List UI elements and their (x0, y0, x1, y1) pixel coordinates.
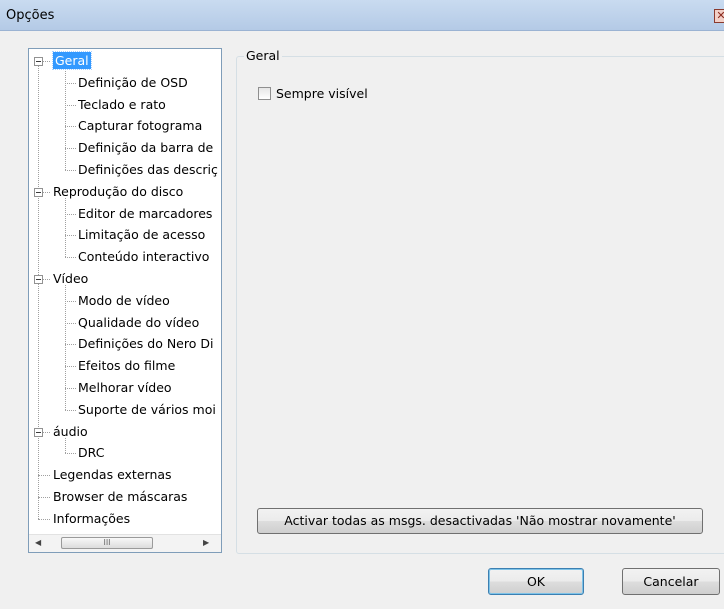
title-bar: Opções ✕ (0, 0, 724, 31)
group-title: Geral (244, 48, 282, 63)
tree-connector-line (65, 235, 76, 237)
tree-item[interactable]: Editor de marcadores (78, 204, 212, 224)
tree-connector-line (65, 148, 76, 150)
collapse-toggle-icon[interactable] (34, 275, 43, 284)
tree-item-label: Editor de marcadores (78, 205, 213, 221)
close-icon[interactable]: ✕ (714, 9, 724, 23)
tree-connector-line (65, 257, 76, 259)
tree-item[interactable]: Definição de OSD (78, 73, 188, 93)
tree-item-label: Vídeo (53, 271, 89, 286)
tree-item-label: Capturar fotograma (78, 118, 203, 134)
tree-item-label: Definição da barra de (78, 140, 214, 156)
tree-connector-line (65, 170, 76, 171)
tree-item-label: Legendas externas (53, 467, 172, 483)
tree-item[interactable]: Informações (53, 509, 130, 529)
tree-item[interactable]: Conteúdo interactivo (78, 247, 209, 267)
tree-branch-line (65, 285, 66, 410)
tree-item-label: áudio (53, 423, 88, 439)
tree-connector-line (65, 104, 76, 106)
tree-item-label: Definições das descriç (78, 162, 218, 177)
scroll-left-icon[interactable]: ◀ (35, 538, 41, 547)
tree-connector-line (65, 409, 76, 411)
collapse-toggle-icon[interactable] (34, 427, 43, 437)
tree-connector-line (38, 518, 50, 520)
tree-connector-line (65, 322, 76, 324)
tree-item-label: Informações (53, 510, 131, 526)
tree-item[interactable]: Teclado e rato (78, 95, 166, 115)
tree-connector-line (38, 475, 50, 477)
window-title: Opções (6, 8, 55, 23)
tree-root-line (38, 61, 39, 519)
general-group-box (236, 56, 724, 554)
tree-connector-line (65, 453, 76, 455)
tree-item[interactable]: Qualidade do vídeo (78, 313, 199, 333)
tree-item-label: Limitação de acesso (78, 227, 206, 243)
tree-item[interactable]: áudio (53, 422, 88, 442)
tree-item[interactable]: DRC (78, 443, 104, 463)
tree-item-label: Melhorar vídeo (78, 380, 172, 395)
collapse-toggle-icon[interactable] (34, 57, 43, 66)
tree-item[interactable]: Efeitos do filme (78, 356, 175, 376)
tree-connector-line (65, 126, 76, 128)
tree-item-label: Qualidade do vídeo (78, 314, 200, 330)
tree-item-label: Teclado e rato (78, 96, 166, 112)
tree-connector-line (65, 366, 76, 368)
tree-connector-line (38, 497, 50, 498)
tree-item-label: Browser de máscaras (53, 489, 188, 504)
tree-item-label: Definição de OSD (78, 74, 188, 90)
tree-connector-line (65, 344, 76, 346)
tree-item[interactable]: Modo de vídeo (78, 291, 170, 311)
tree-item-label: Conteúdo interactivo (78, 249, 210, 265)
tree-item-label: Modo de vídeo (78, 292, 170, 308)
tree-connector-line (65, 82, 76, 84)
tree-item[interactable]: Geral (52, 51, 92, 71)
tree-item-label: Efeitos do filme (78, 358, 176, 374)
tree-item[interactable]: Definições do Nero Di (78, 334, 213, 354)
always-visible-checkbox[interactable] (258, 87, 271, 100)
tree-item[interactable]: Definições das descriç (78, 160, 218, 180)
tree-item[interactable]: Suporte de vários moi (78, 400, 216, 420)
tree-item[interactable]: Vídeo (53, 269, 88, 289)
tree-item[interactable]: Legendas externas (53, 465, 172, 485)
horizontal-scrollbar[interactable]: ◀ III ▶ (29, 534, 221, 552)
tree-item-label: Suporte de vários moi (78, 401, 216, 417)
tree-item-label: DRC (78, 445, 105, 461)
always-visible-label[interactable]: Sempre visível (276, 86, 368, 101)
tree-branch-line (65, 197, 66, 258)
tree-item[interactable]: Limitação de acesso (78, 225, 205, 245)
tree-item-label: Definições do Nero Di (78, 336, 214, 352)
options-tree[interactable]: Geral Definição de OSD Teclado e rato Captu… (28, 48, 222, 553)
tree-connector-line (65, 388, 76, 389)
collapse-toggle-icon[interactable] (34, 187, 43, 197)
tree-item[interactable]: Browser de máscaras (53, 487, 187, 507)
cancel-button[interactable]: Cancelar (622, 568, 720, 595)
ok-button[interactable]: OK (488, 568, 584, 595)
tree-connector-line (65, 300, 76, 302)
tree-item[interactable]: Melhorar vídeo (78, 378, 172, 398)
scrollbar-thumb[interactable]: III (61, 537, 153, 549)
activate-all-messages-button[interactable]: Activar todas as msgs. desactivadas 'Não… (257, 508, 703, 534)
scroll-right-icon[interactable]: ▶ (203, 538, 209, 547)
tree-item[interactable]: Definição da barra de (78, 138, 213, 158)
tree-item[interactable]: Reprodução do disco (53, 182, 183, 202)
tree-item-label: Geral (52, 51, 92, 70)
tree-item-label: Reprodução do disco (53, 183, 184, 199)
tree-connector-line (65, 213, 76, 215)
tree-item[interactable]: Capturar fotograma (78, 116, 202, 136)
